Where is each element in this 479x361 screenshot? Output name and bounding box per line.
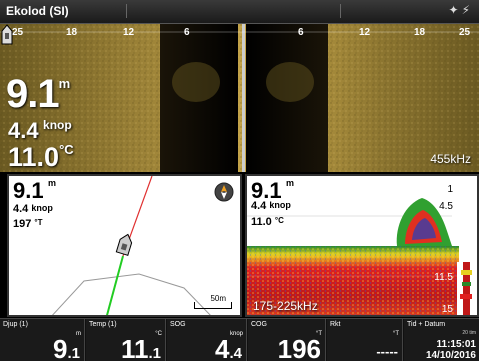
data-bar: Djup (1) m 9.1 Temp (1) °C 11.1 SOG knop… <box>0 318 479 361</box>
date-value: 14/10/2016 <box>425 350 476 361</box>
cell-value: 11.1 <box>120 334 161 361</box>
frequency-label: 455kHz <box>430 152 471 166</box>
compass-icon[interactable] <box>214 182 234 202</box>
cell-value: ----- <box>376 344 398 359</box>
cell-value: 9.1 <box>53 334 80 361</box>
cog-cell[interactable]: COG °T 196 <box>248 319 326 361</box>
boat-icon <box>115 233 133 256</box>
signal-icon: ⚡ <box>461 3 473 17</box>
speed-unit: knop <box>31 203 53 213</box>
cell-label: Djup (1) <box>3 321 28 328</box>
cell-value: 196 <box>277 334 321 361</box>
depth-unit: m <box>286 178 295 188</box>
page-title: Ekolod (SI) <box>6 4 69 18</box>
range-label: 6 <box>184 27 190 38</box>
speed-value: 4.4 <box>13 203 29 215</box>
range-label: 12 <box>359 27 371 38</box>
title-bar: Ekolod (SI) ✦⚡ <box>0 0 479 24</box>
amplitude-scope <box>457 262 475 315</box>
heading-unit: °T <box>34 218 43 227</box>
range-label: 18 <box>66 27 78 38</box>
cell-label: SOG <box>170 321 186 328</box>
boat-icon <box>1 24 13 45</box>
heading-value: 197 <box>13 218 32 230</box>
sog-cell[interactable]: SOG knop 4.4 <box>167 319 247 361</box>
speed-unit: knop <box>43 118 72 132</box>
speed-value: 4.4 <box>251 200 267 212</box>
chart-depth-readout: 9.1 m <box>13 178 56 204</box>
satellite-icon: ✦ <box>448 3 462 17</box>
chart-heading-readout: 197 °T <box>13 218 43 230</box>
track-line <box>106 255 124 315</box>
depth-value: 9.1 <box>6 72 60 116</box>
cell-value: 4.4 <box>215 334 242 361</box>
sonar-pane[interactable]: 9.1 m 4.4 knop 11.0 °C 1 4.5 11.5 15 175… <box>245 174 479 317</box>
time-value: 11:15:01 <box>436 339 476 350</box>
depth-scale-label: 1 <box>447 184 453 195</box>
depth-scale-label: 15 <box>441 304 453 315</box>
scale-bar <box>194 302 232 309</box>
speed-readout: 4.4 knop <box>8 118 72 144</box>
cell-label: COG <box>251 321 267 328</box>
cell-label: Temp (1) <box>89 321 117 328</box>
cell-label: Rkt <box>330 321 341 328</box>
depth-cell[interactable]: Djup (1) m 9.1 <box>0 319 85 361</box>
depth-readout: 9.1m <box>6 72 70 117</box>
temp-value: 11.0 <box>8 142 60 172</box>
depth-unit: m <box>58 76 71 91</box>
frequency-label: 175-225kHz <box>253 299 318 313</box>
time-date-cell[interactable]: Tid + Datum 20 tim 11:15:01 14/10/2016 <box>404 319 479 361</box>
time-format-label: 20 tim <box>462 330 476 336</box>
range-label: 12 <box>123 27 135 38</box>
temp-value: 11.0 <box>251 216 272 228</box>
temp-unit: °C <box>59 142 74 157</box>
depth-unit: m <box>48 178 57 188</box>
range-label: 25 <box>459 27 471 38</box>
temp-unit: °C <box>274 216 284 225</box>
speed-unit: knop <box>269 200 291 210</box>
sidescan-pane[interactable]: 25 18 12 6 6 12 18 25 9.1m 4.4 knop 11.0… <box>0 24 479 172</box>
status-icons: ✦⚡ <box>449 3 474 17</box>
title-divider <box>126 4 127 18</box>
cell-label: Tid + Datum <box>407 321 446 328</box>
title-divider <box>340 4 341 18</box>
depth-scale-label: 4.5 <box>439 201 453 212</box>
bearing-cell[interactable]: Rkt °T ----- <box>327 319 403 361</box>
chart-pane[interactable]: 9.1 m 4.4 knop 197 °T 50m <box>7 174 242 317</box>
sonar-temp-readout: 11.0 °C <box>251 216 284 228</box>
temp-cell[interactable]: Temp (1) °C 11.1 <box>86 319 166 361</box>
chart-speed-readout: 4.4 knop <box>13 203 53 215</box>
range-label: 18 <box>414 27 426 38</box>
range-label: 6 <box>298 27 304 38</box>
sonar-speed-readout: 4.4 knop <box>251 200 291 212</box>
cell-unit: °T <box>392 331 399 337</box>
temp-readout: 11.0°C <box>8 142 74 172</box>
depth-value: 9.1 <box>13 178 44 203</box>
speed-value: 4.4 <box>8 118 39 143</box>
depth-scale-label: 11.5 <box>434 272 453 283</box>
